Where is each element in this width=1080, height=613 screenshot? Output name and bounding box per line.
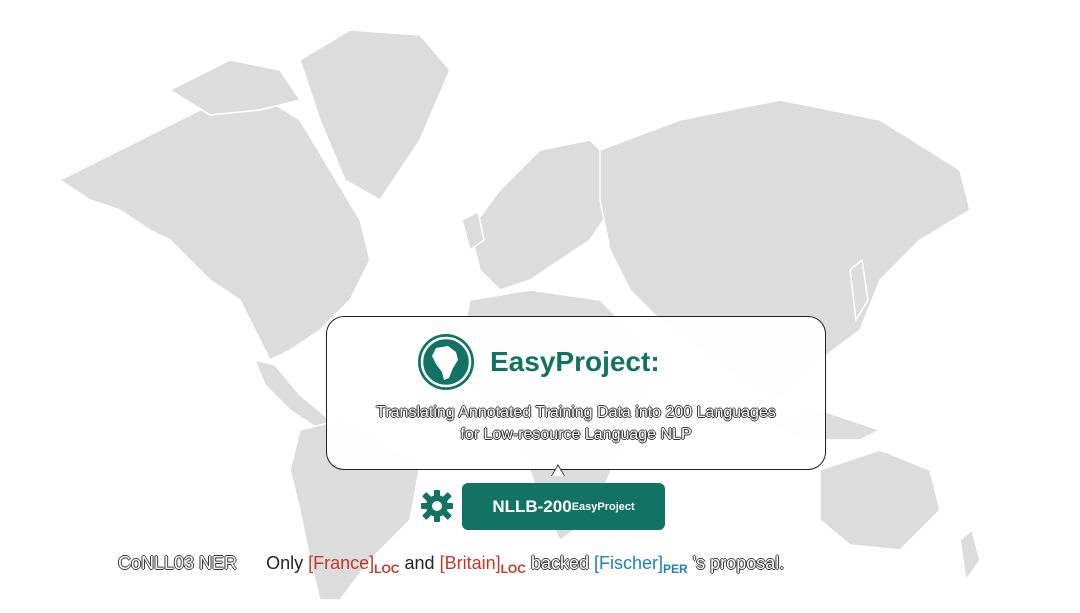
entity-britain: [Britain]LOC bbox=[439, 553, 526, 576]
entity-france-tag: LOC bbox=[374, 562, 400, 576]
model-badge[interactable]: NLLB-200 EasyProject bbox=[462, 483, 665, 530]
subtitle-line-1: Translating Annotated Training Data into… bbox=[376, 404, 776, 421]
up-arrow-icon bbox=[552, 466, 564, 476]
example-text-1: Only bbox=[266, 553, 304, 573]
entity-fischer-tag: PER bbox=[663, 562, 688, 576]
entity-britain-text: [Britain] bbox=[439, 553, 501, 573]
model-suffix: EasyProject bbox=[571, 500, 635, 513]
example-sentence: CoNLL03 NER Only [France]LOC and [Britai… bbox=[118, 553, 784, 576]
new-zealand-landmass bbox=[959, 528, 981, 582]
entity-france: [France]LOC bbox=[308, 553, 400, 576]
globe-africa-icon bbox=[418, 334, 474, 390]
australia-landmass bbox=[819, 449, 941, 551]
entity-fischer: [Fischer]PER bbox=[594, 553, 688, 576]
arctic-islands bbox=[168, 59, 302, 116]
north-america-landmass bbox=[58, 94, 371, 362]
subtitle-line-2: for Low-resource Language NLP bbox=[460, 426, 692, 443]
project-header: EasyProject: bbox=[418, 334, 660, 390]
europe-landmass bbox=[469, 139, 621, 291]
dataset-label: CoNLL03 NER bbox=[118, 553, 238, 573]
project-title: EasyProject: bbox=[490, 346, 660, 377]
entity-fischer-text: [Fischer] bbox=[594, 553, 664, 573]
entity-britain-tag: LOC bbox=[500, 562, 526, 576]
example-text-2: and bbox=[404, 553, 435, 573]
gear-icon bbox=[420, 489, 454, 523]
entity-france-text: [France] bbox=[308, 553, 375, 573]
central-america-landmass bbox=[253, 358, 332, 431]
example-text-4: 's proposal. bbox=[692, 553, 785, 573]
example-text-3: backed bbox=[530, 553, 589, 573]
project-subtitle: Translating Annotated Training Data into… bbox=[326, 402, 826, 446]
model-name: NLLB-200 bbox=[492, 496, 572, 516]
